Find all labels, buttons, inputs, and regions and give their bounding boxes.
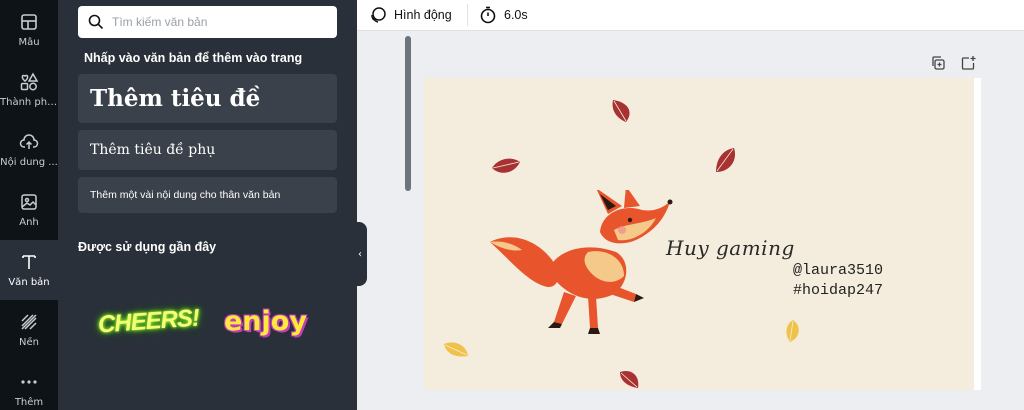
collapse-panel-button[interactable]: ‹ [353, 222, 367, 286]
nav-item-photos[interactable]: Ảnh [0, 180, 58, 240]
nav-item-templates[interactable]: Mẫu [0, 0, 58, 60]
nav-item-label: Mẫu [18, 37, 40, 48]
more-dots-icon [21, 380, 37, 384]
nav-item-label: Thành phần [0, 97, 58, 108]
text-icon [22, 255, 36, 269]
add-subheading-button[interactable]: Thêm tiêu đề phụ [78, 130, 337, 170]
top-toolbar: Hình động 6.0s [357, 0, 1024, 31]
duration-button[interactable]: 6.0s [479, 0, 528, 30]
elements-icon [20, 72, 39, 91]
recently-used-title: Được sử dụng gần đây [78, 240, 217, 254]
search-input[interactable] [112, 15, 322, 29]
add-heading-button[interactable]: Thêm tiêu đề [78, 74, 337, 123]
design-canvas[interactable]: Huy gaming @laura3510 #hoidap247 [424, 78, 974, 390]
panel-scrollbar[interactable] [405, 36, 411, 191]
nav-item-background[interactable]: Nền [0, 300, 58, 360]
leaf-illustration [612, 100, 630, 122]
nav-item-label: Nội dung ... [0, 157, 58, 168]
nav-item-elements[interactable]: Thành phần [0, 60, 58, 120]
recent-sticker-enjoy[interactable]: enjoy [224, 306, 307, 337]
add-body-text-button[interactable]: Thêm một vài nội dung cho thân văn bản [78, 177, 337, 213]
animation-label: Hình động [394, 8, 452, 22]
leaf-illustration [492, 158, 520, 173]
canvas-title-text[interactable]: Huy gaming [666, 236, 795, 260]
fox-illustration [490, 190, 673, 334]
nav-item-label: Nền [19, 337, 39, 348]
nav-item-uploads[interactable]: Nội dung ... [0, 120, 58, 180]
section-title: Nhấp vào văn bản để thêm vào trang [84, 51, 303, 65]
animation-button[interactable]: Hình động [369, 0, 452, 30]
toolbar-divider [467, 4, 468, 26]
nav-item-more[interactable]: Thêm [0, 360, 58, 410]
nav-item-label: Văn bản [8, 277, 50, 288]
layout-icon [21, 14, 37, 30]
leaf-illustration [444, 342, 468, 357]
nav-item-label: Thêm [14, 397, 44, 408]
leaf-illustration [786, 320, 799, 342]
canvas-edge [974, 78, 981, 390]
timer-icon [480, 6, 496, 24]
nav-item-text[interactable]: Văn bản [0, 240, 58, 300]
leaf-illustration [716, 148, 736, 172]
add-page-icon [961, 56, 976, 70]
recent-sticker-cheers[interactable]: CHEERS! [97, 305, 200, 340]
animation-icon [371, 7, 386, 23]
canvas-hashtag-text[interactable]: #hoidap247 [793, 282, 883, 299]
upload-cloud-icon [19, 134, 39, 149]
background-pattern-icon [21, 314, 37, 330]
left-nav-rail: Mẫu Thành phần Nội dung ... Ảnh Văn bản … [0, 0, 58, 410]
search-icon [88, 14, 104, 30]
chevron-left-icon: ‹ [358, 248, 362, 260]
canvas-handle-text[interactable]: @laura3510 [793, 262, 883, 279]
add-page-button[interactable] [960, 55, 976, 71]
text-panel: Nhấp vào văn bản để thêm vào trang Thêm … [58, 0, 411, 410]
duration-label: 6.0s [504, 8, 528, 22]
image-icon [21, 194, 37, 210]
duplicate-icon [932, 56, 945, 70]
leaf-illustration [620, 370, 639, 388]
duplicate-page-button[interactable] [930, 55, 946, 71]
search-box[interactable] [78, 6, 337, 38]
nav-item-label: Ảnh [19, 217, 39, 228]
